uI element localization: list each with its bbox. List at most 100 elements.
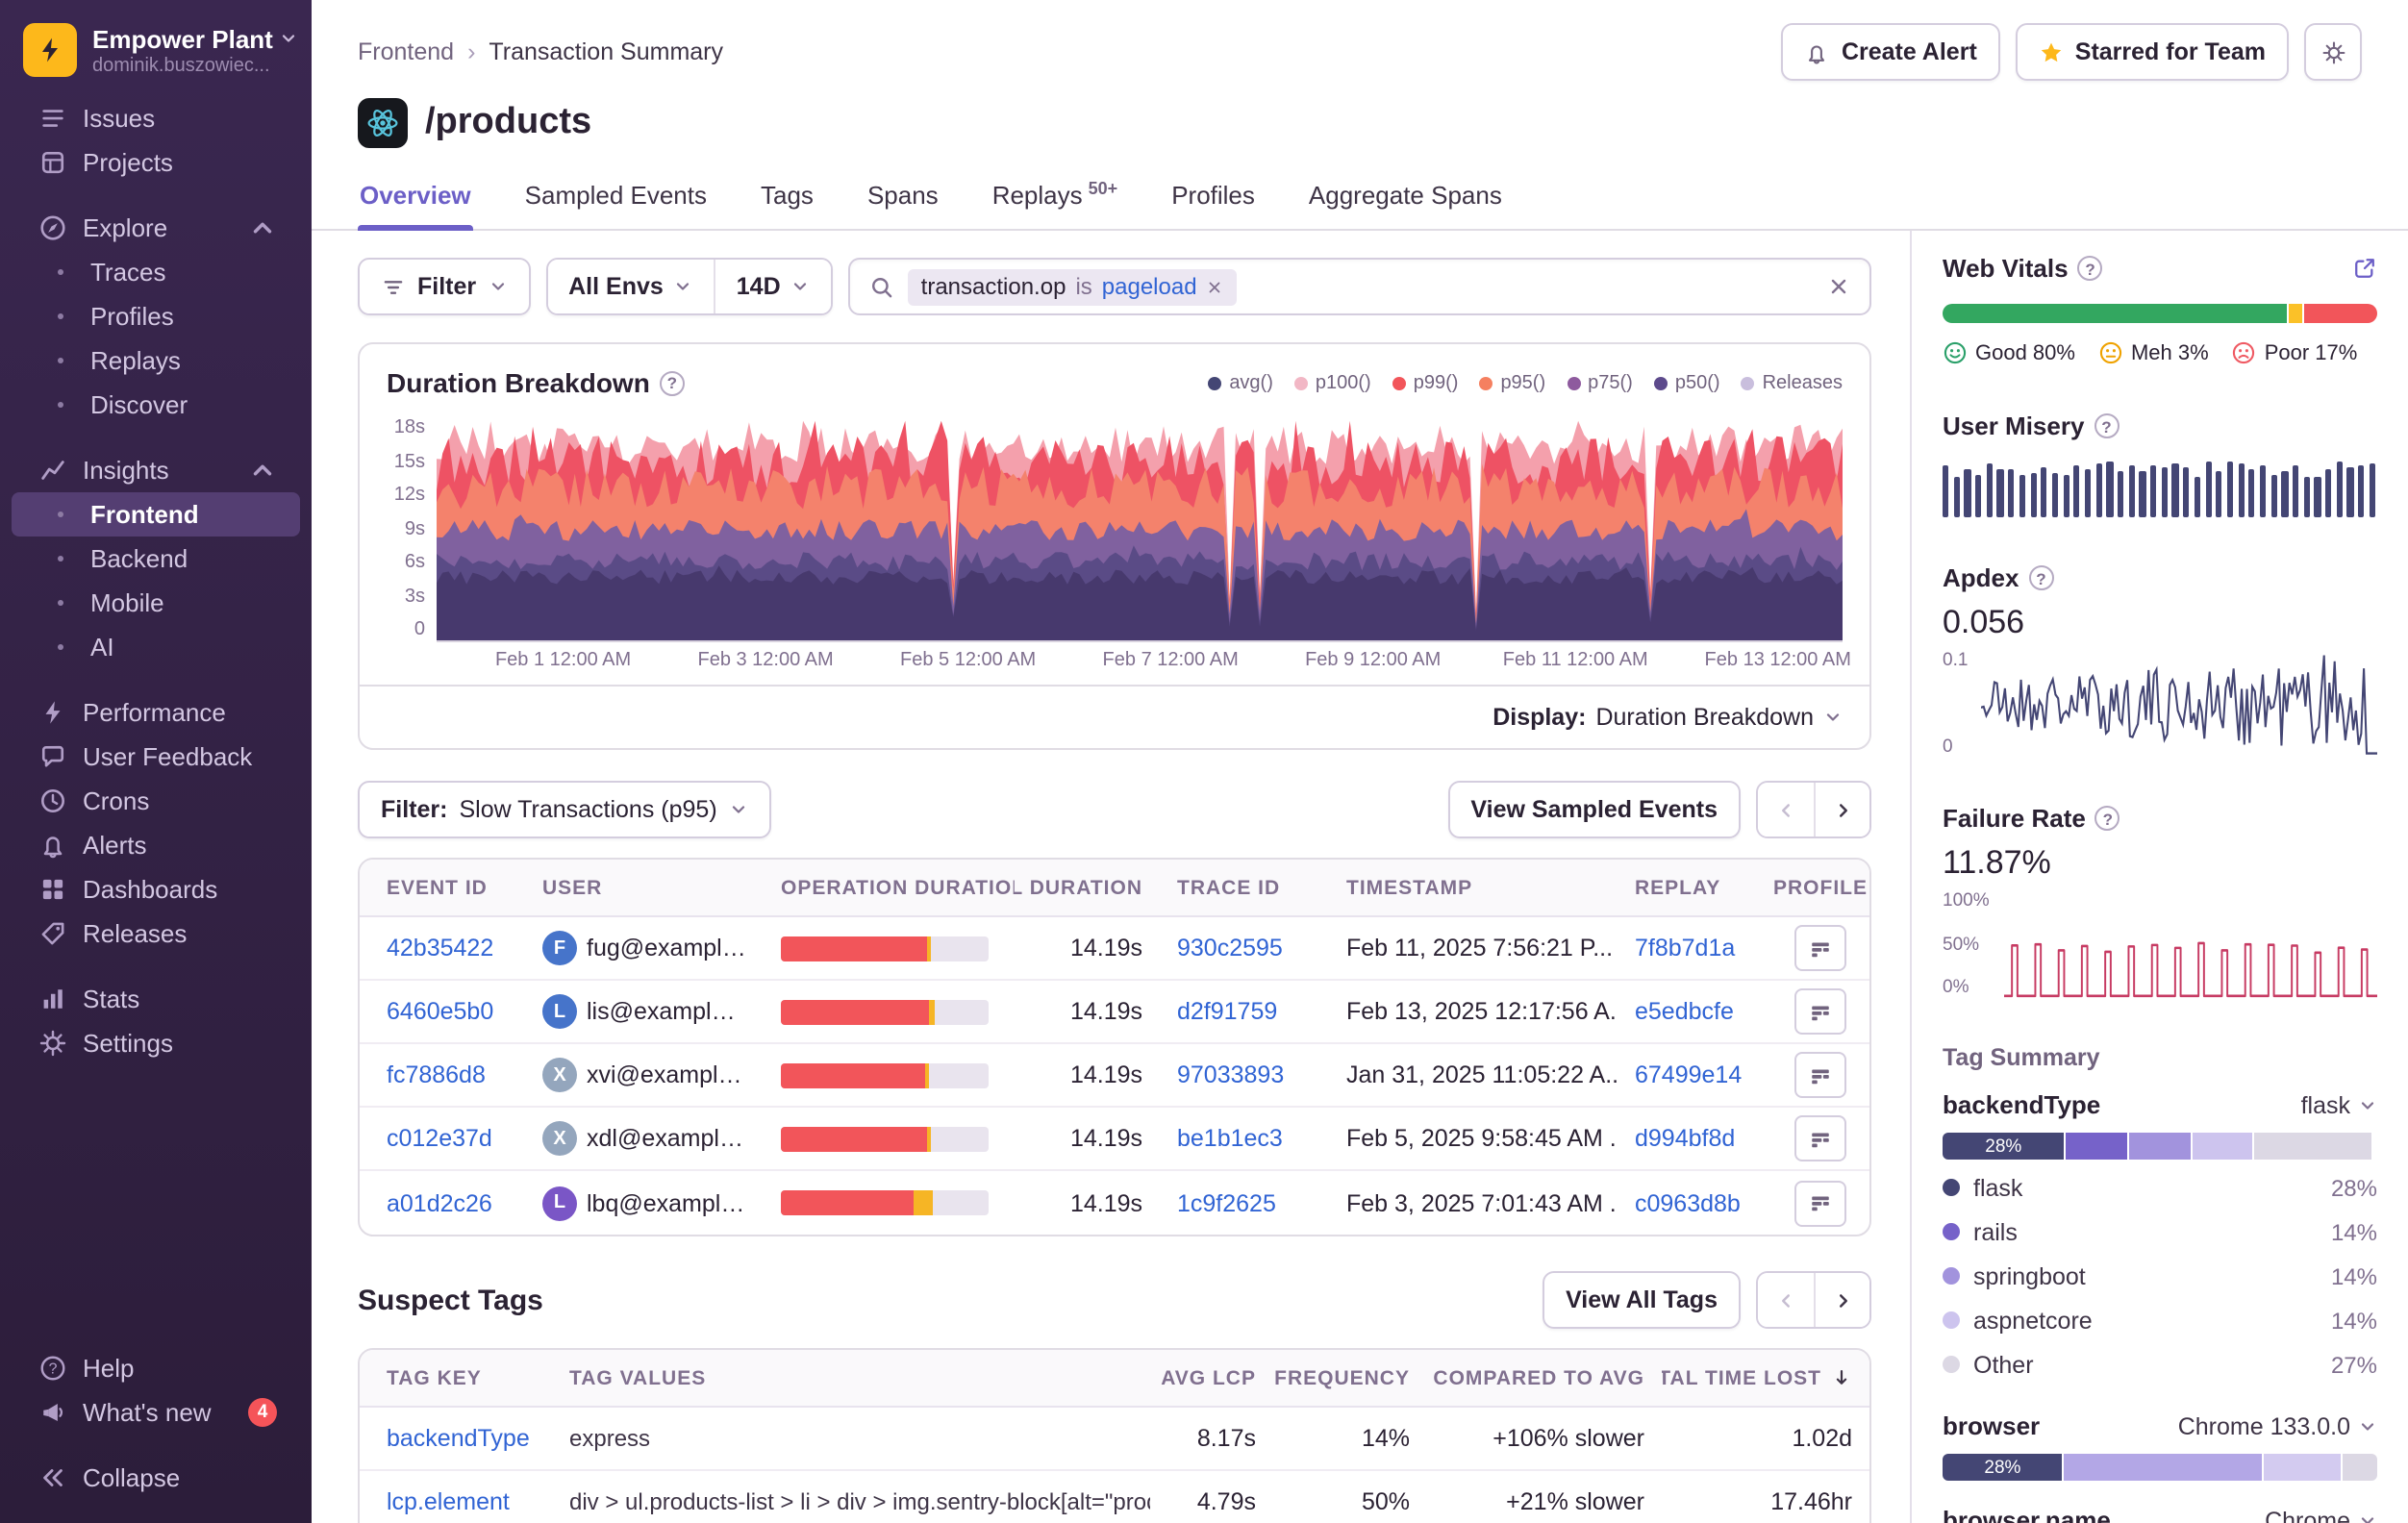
sidebar-item-collapse[interactable]: Collapse xyxy=(12,1456,300,1500)
column-header: AVG LCP xyxy=(1150,1366,1273,1389)
sidebar-item-backend[interactable]: Backend xyxy=(12,537,300,581)
sidebar-item-traces[interactable]: Traces xyxy=(12,250,300,294)
trace-id-link[interactable]: 1c9f2625 xyxy=(1177,1189,1276,1216)
trace-id-link[interactable]: 930c2595 xyxy=(1177,935,1283,961)
column-header[interactable]: TOTAL TIME LOST xyxy=(1662,1366,1869,1389)
event-id-link[interactable]: 42b35422 xyxy=(387,935,493,961)
event-id-link[interactable]: 6460e5b0 xyxy=(387,998,493,1025)
view-sampled-events-button[interactable]: View Sampled Events xyxy=(1447,781,1741,838)
legend-item[interactable]: p95() xyxy=(1479,372,1545,393)
sidebar-item-explore[interactable]: Explore xyxy=(12,206,300,250)
replay-id-link[interactable]: d994bf8d xyxy=(1635,1125,1735,1152)
profile-button[interactable] xyxy=(1794,988,1846,1035)
search-bar[interactable]: transaction.op is pageload xyxy=(848,258,1871,315)
help-icon[interactable]: ? xyxy=(2028,565,2053,590)
sidebar-item-dashboards[interactable]: Dashboards xyxy=(12,867,300,911)
sidebar-item-releases[interactable]: Releases xyxy=(12,911,300,956)
sidebar-item-mobile[interactable]: Mobile xyxy=(12,581,300,625)
transaction-filter-select[interactable]: Filter: Slow Transactions (p95) xyxy=(358,781,771,838)
breadcrumb-project-link[interactable]: Frontend xyxy=(358,38,454,65)
legend-item[interactable]: p50() xyxy=(1654,372,1720,393)
tab-spans[interactable]: Spans xyxy=(865,171,941,229)
sidebar-item-replays[interactable]: Replays xyxy=(12,338,300,383)
starred-for-team-button[interactable]: Starred for Team xyxy=(2016,23,2289,81)
replay-id-link[interactable]: 67499e14 xyxy=(1635,1061,1742,1088)
profile-button[interactable] xyxy=(1794,1052,1846,1098)
tab-sampled-events[interactable]: Sampled Events xyxy=(523,171,709,229)
trace-id-link[interactable]: 97033893 xyxy=(1177,1061,1284,1088)
external-link-icon[interactable] xyxy=(2352,256,2377,281)
sidebar-item-stats[interactable]: Stats xyxy=(12,977,300,1021)
trace-id-link[interactable]: be1b1ec3 xyxy=(1177,1125,1283,1152)
tag-distribution-bar[interactable]: 28% xyxy=(1943,1133,2377,1160)
help-icon[interactable]: ? xyxy=(2095,806,2120,831)
legend-item[interactable]: p75() xyxy=(1567,372,1633,393)
profile-button[interactable] xyxy=(1794,925,1846,971)
tag-legend-item[interactable]: rails14% xyxy=(1943,1210,2377,1254)
sidebar-item-frontend[interactable]: Frontend xyxy=(12,492,300,537)
next-page-button[interactable] xyxy=(1814,783,1869,836)
sidebar-item-user-feedback[interactable]: User Feedback xyxy=(12,735,300,779)
event-id-link[interactable]: fc7886d8 xyxy=(387,1061,486,1088)
tab-overview[interactable]: Overview xyxy=(358,171,473,229)
filter-button[interactable]: Filter xyxy=(358,258,530,315)
react-platform-icon xyxy=(358,98,408,148)
tab-replays[interactable]: Replays50+ xyxy=(991,171,1120,229)
tag-legend-item[interactable]: springboot14% xyxy=(1943,1254,2377,1298)
remove-token-icon[interactable] xyxy=(1207,278,1224,295)
sidebar-item-settings[interactable]: Settings xyxy=(12,1021,300,1065)
date-range-select[interactable]: 14D xyxy=(714,260,831,313)
previous-page-button[interactable] xyxy=(1758,783,1814,836)
legend-item[interactable]: p100() xyxy=(1294,372,1371,393)
display-select[interactable]: Display: Duration Breakdown xyxy=(360,685,1869,748)
sidebar-item-help[interactable]: Help xyxy=(12,1346,300,1390)
legend-item[interactable]: avg() xyxy=(1208,372,1273,393)
help-icon[interactable]: ? xyxy=(2094,413,2119,438)
event-id-link[interactable]: a01d2c26 xyxy=(387,1189,492,1216)
profile-button[interactable] xyxy=(1794,1180,1846,1226)
tag-value-select[interactable]: Chrome 133.0.0 xyxy=(2178,1412,2377,1439)
duration-breakdown-chart[interactable] xyxy=(437,417,1843,642)
legend-item[interactable]: p99() xyxy=(1392,372,1459,393)
settings-button[interactable] xyxy=(2304,23,2362,81)
next-page-button[interactable] xyxy=(1814,1273,1869,1327)
help-icon[interactable]: ? xyxy=(660,370,685,395)
trace-id-link[interactable]: d2f91759 xyxy=(1177,998,1277,1025)
sidebar-item-whats-new[interactable]: What's new4 xyxy=(12,1390,300,1435)
tag-key-link[interactable]: lcp.element xyxy=(387,1488,510,1515)
view-all-tags-button[interactable]: View All Tags xyxy=(1543,1271,1741,1329)
sidebar-item-insights[interactable]: Insights xyxy=(12,448,300,492)
event-id-link[interactable]: c012e37d xyxy=(387,1125,492,1152)
legend-item[interactable]: Releases xyxy=(1742,372,1843,393)
replay-id-link[interactable]: e5edbcfe xyxy=(1635,998,1734,1025)
sidebar-item-ai[interactable]: AI xyxy=(12,625,300,669)
tag-legend-item[interactable]: Other27% xyxy=(1943,1342,2377,1386)
profile-button[interactable] xyxy=(1794,1115,1846,1161)
tab-aggregate-spans[interactable]: Aggregate Spans xyxy=(1307,171,1504,229)
tag-legend-item[interactable]: flask28% xyxy=(1943,1165,2377,1210)
previous-page-button[interactable] xyxy=(1758,1273,1814,1327)
tab-tags[interactable]: Tags xyxy=(759,171,815,229)
tag-legend-item[interactable]: aspnetcore14% xyxy=(1943,1298,2377,1342)
tag-value-select[interactable]: flask xyxy=(2301,1091,2377,1118)
tag-distribution-bar[interactable]: 28% xyxy=(1943,1454,2377,1481)
environment-select[interactable]: All Envs xyxy=(547,260,714,313)
sidebar-item-discover[interactable]: Discover xyxy=(12,383,300,427)
sidebar-item-crons[interactable]: Crons xyxy=(12,779,300,823)
search-token[interactable]: transaction.op is pageload xyxy=(908,268,1238,305)
x-axis-labels: Feb 1 12:00 AMFeb 3 12:00 AMFeb 5 12:00 … xyxy=(437,642,1843,677)
sidebar-item-alerts[interactable]: Alerts xyxy=(12,823,300,867)
clear-search-icon[interactable] xyxy=(1827,275,1850,298)
sidebar-item-projects[interactable]: Projects xyxy=(12,140,300,185)
help-icon[interactable]: ? xyxy=(2078,256,2103,281)
sidebar-item-performance[interactable]: Performance xyxy=(12,690,300,735)
tab-profiles[interactable]: Profiles xyxy=(1169,171,1257,229)
replay-id-link[interactable]: 7f8b7d1a xyxy=(1635,935,1735,961)
tag-value-select[interactable]: Chrome xyxy=(2265,1507,2377,1523)
tag-key-link[interactable]: backendType xyxy=(387,1425,530,1452)
sidebar-item-profiles[interactable]: Profiles xyxy=(12,294,300,338)
create-alert-button[interactable]: Create Alert xyxy=(1782,23,2000,81)
sidebar-item-issues[interactable]: Issues xyxy=(12,96,300,140)
org-switcher[interactable]: Empower Plant dominik.buszowiec... xyxy=(0,19,312,96)
replay-id-link[interactable]: c0963d8b xyxy=(1635,1189,1741,1216)
